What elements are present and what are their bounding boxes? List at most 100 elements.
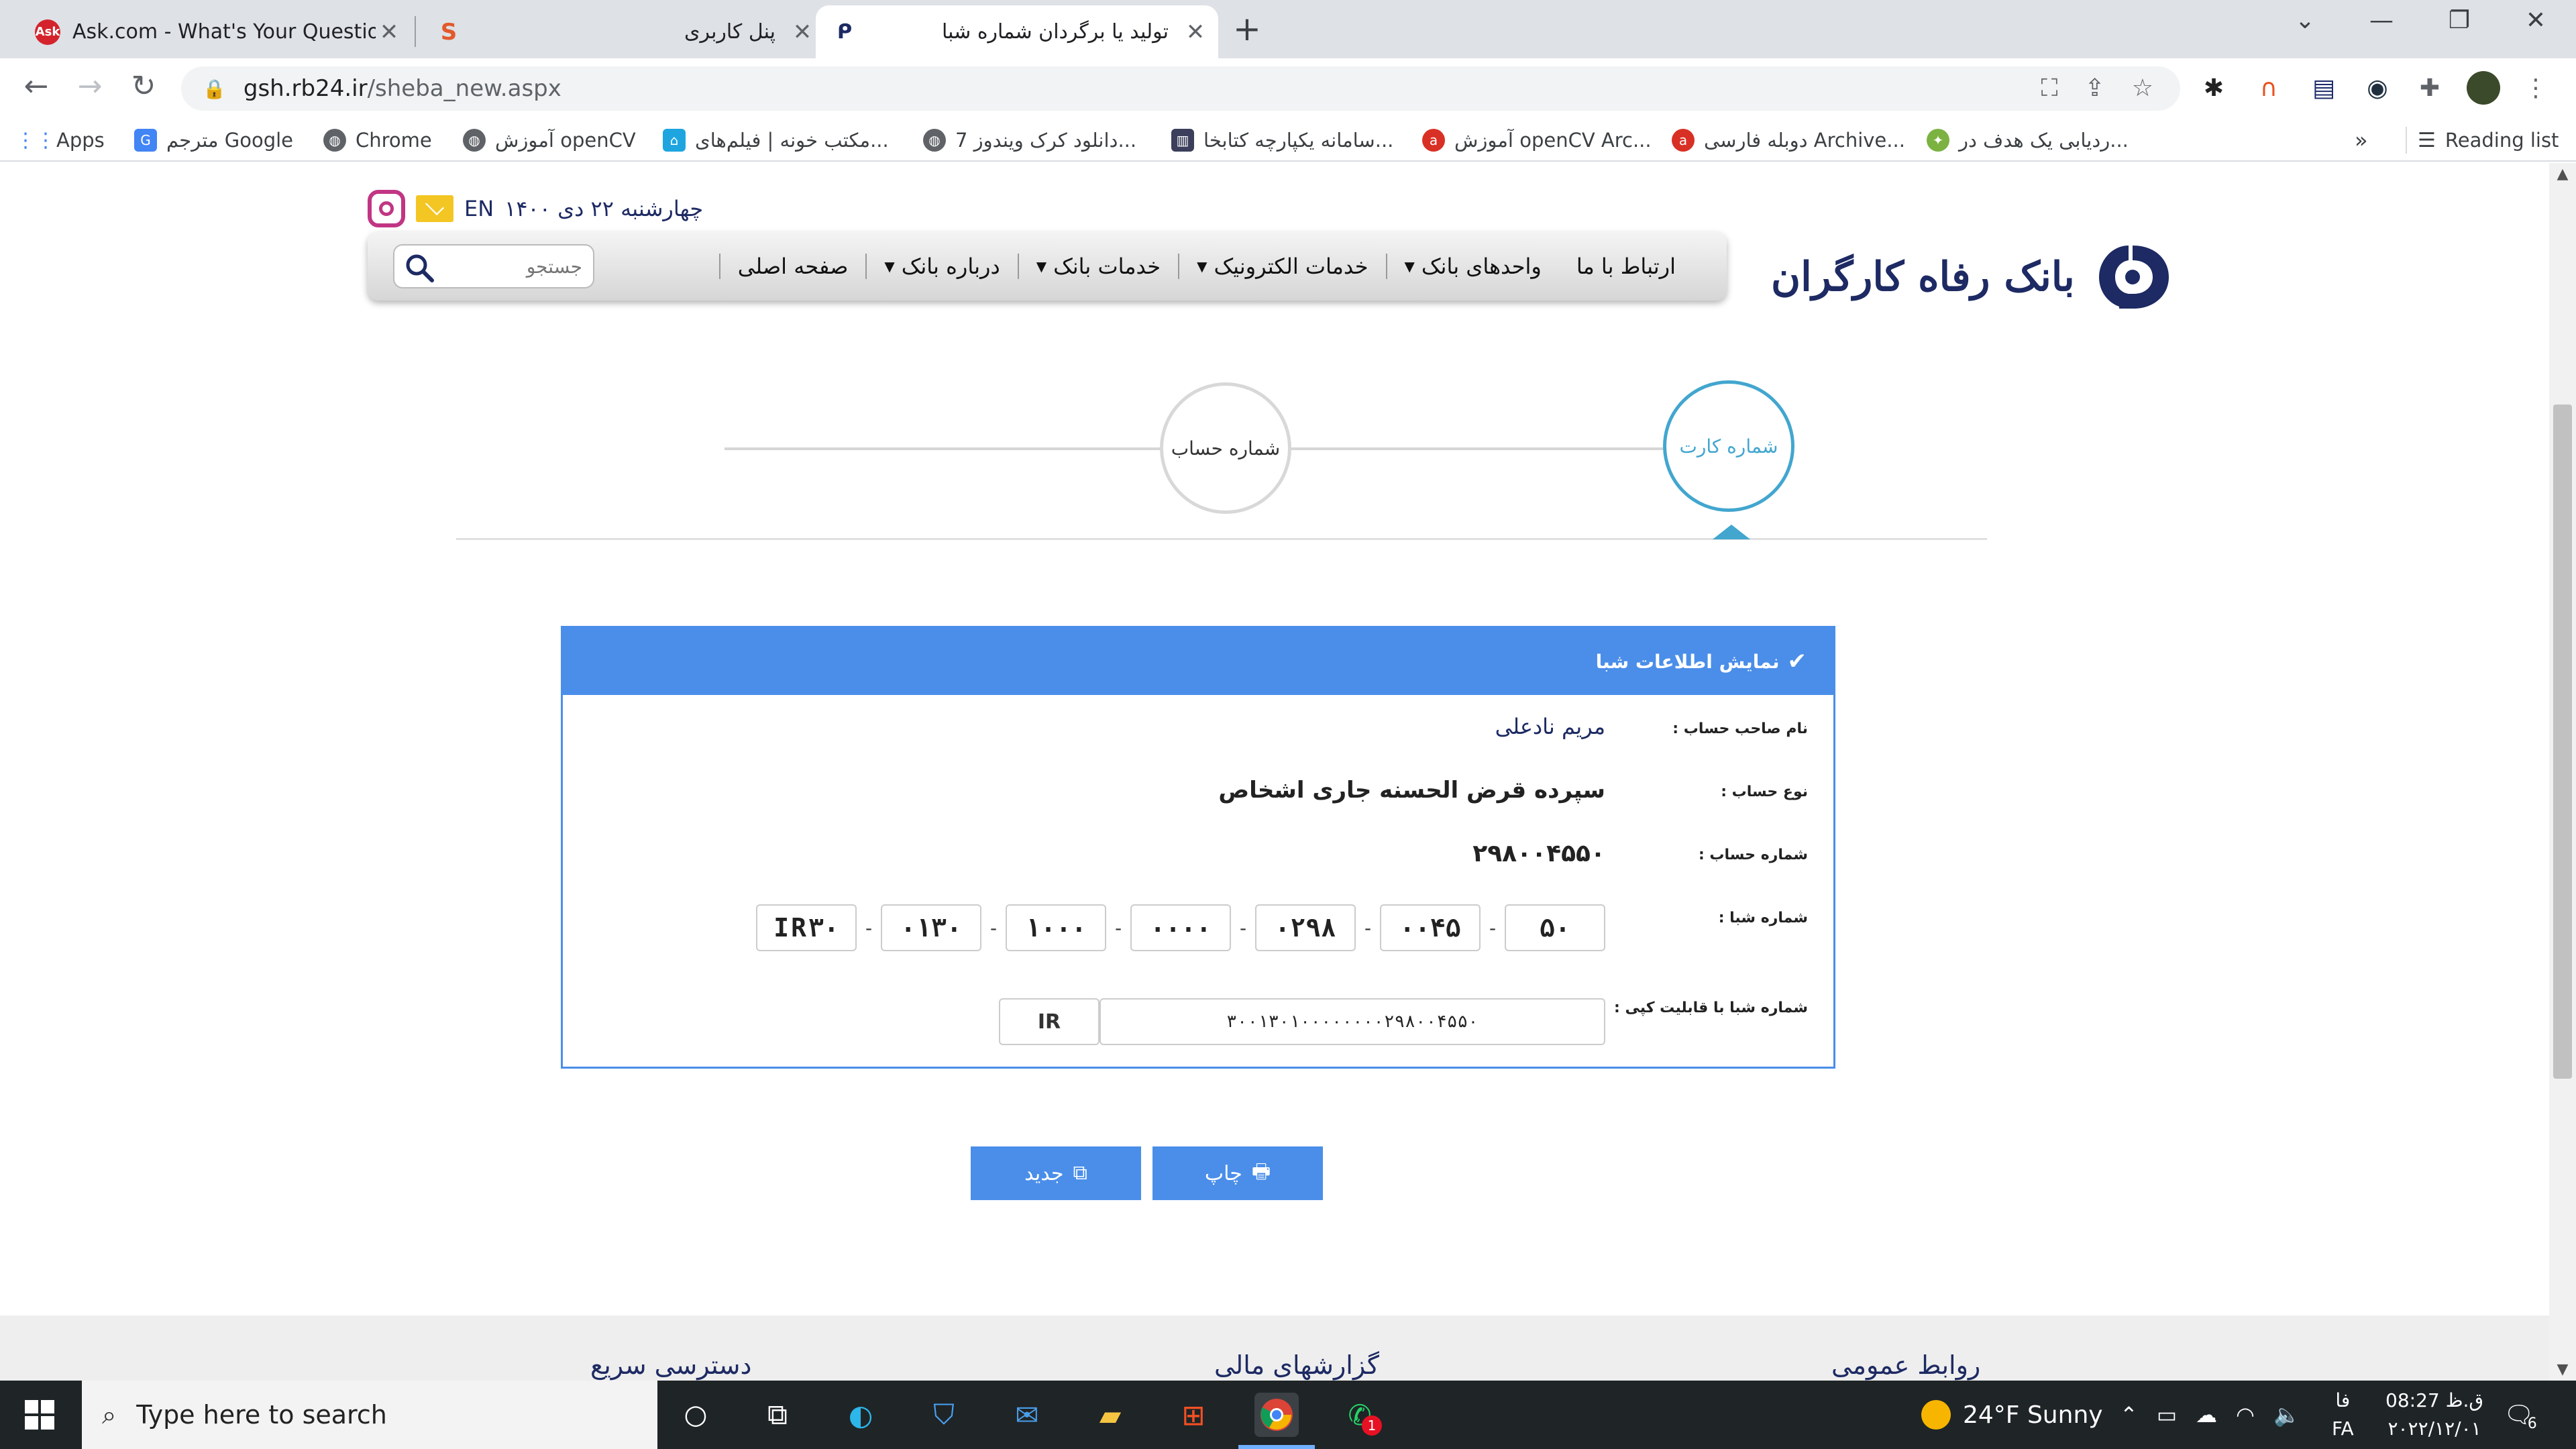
bookmark-opencv[interactable]: ◍ آموزش openCV — [463, 127, 636, 154]
menu-home[interactable]: صفحه اصلی — [718, 254, 866, 279]
close-icon[interactable]: ✕ — [1182, 19, 1209, 46]
bookmark-maktabkhooneh[interactable]: ⌂ مکتب خونه | فیلم‌های... — [663, 127, 889, 154]
weather-widget[interactable]: 24°F Sunny — [1921, 1381, 2103, 1449]
owner-value: مریم نادعلی — [1495, 714, 1605, 739]
menu-contact[interactable]: ارتباط با ما — [1559, 254, 1693, 279]
menu-branches[interactable]: واحدهای بانک ▼ — [1385, 254, 1559, 279]
step-account-number[interactable]: شماره حساب — [1160, 382, 1291, 514]
volume-icon[interactable]: 🔈 — [2273, 1402, 2300, 1428]
page-scrollbar[interactable]: ▲ ▼ — [2549, 163, 2576, 1381]
bookmark-apps[interactable]: ⋮⋮ Apps — [15, 127, 105, 154]
new-tab-button[interactable]: + — [1233, 9, 1261, 48]
menu-label: واحدهای بانک — [1421, 254, 1542, 279]
chevron-down-icon[interactable]: ⌄ — [2278, 7, 2332, 34]
close-icon[interactable]: ✕ — [376, 19, 402, 46]
forward-arrow-icon[interactable]: → — [70, 69, 110, 103]
site-search — [393, 244, 594, 288]
translate-icon[interactable]: ⛶ — [2041, 74, 2057, 103]
copy-iban-field[interactable]: ۳۰۰۱۳۰۱۰۰۰۰۰۰۰۰۲۹۸۰۰۴۵۵۰ — [1099, 998, 1605, 1045]
bookmark-label: مترجم Google — [166, 129, 293, 152]
search-input[interactable] — [448, 255, 582, 278]
main-menu: صفحه اصلی درباره بانک ▼ خدمات بانک ▼ خدمات… — [718, 232, 1693, 301]
bookmark-label: آموزش openCV — [495, 129, 636, 152]
mail-icon[interactable] — [416, 195, 453, 222]
bookmark-opencv-archive[interactable]: a آموزش openCV Arc... — [1422, 127, 1652, 154]
bookmark-label: مکتب خونه | فیلم‌های... — [695, 129, 889, 152]
star-icon[interactable]: ☆ — [2132, 74, 2153, 103]
iban-part: IR۳۰ — [756, 904, 857, 951]
lang-bottom: FA — [2332, 1417, 2354, 1440]
bank-logo[interactable]: بانک رفاه کارگران — [1771, 240, 2187, 314]
cloud-icon[interactable]: ☁ — [2196, 1402, 2217, 1428]
bookmark-tracking[interactable]: ✦ ردیابی یک هدف در... — [1927, 127, 2129, 154]
close-window-button[interactable]: ✕ — [2509, 7, 2563, 34]
lang-switch-link[interactable]: EN — [464, 196, 494, 221]
wifi-icon[interactable]: ◠ — [2236, 1402, 2255, 1428]
menu-e-services[interactable]: خدمات الکترونیک ▼ — [1178, 254, 1385, 279]
iban-part: ۰۱۳۰ — [881, 904, 981, 951]
extension-circle-icon[interactable]: ◉ — [2359, 69, 2396, 107]
chevron-up-icon[interactable]: ⌃ — [2120, 1402, 2138, 1428]
reading-list[interactable]: ☰ Reading list — [2406, 127, 2559, 154]
close-icon[interactable]: ✕ — [789, 19, 816, 46]
bookmark-chrome[interactable]: ◍ Chrome — [323, 127, 432, 154]
search-icon[interactable] — [404, 252, 435, 283]
shield-icon[interactable]: ⛉ — [922, 1393, 966, 1437]
edge-icon[interactable]: ◐ — [839, 1393, 883, 1437]
main-menu-bar: صفحه اصلی درباره بانک ▼ خدمات بانک ▼ خدمات… — [368, 232, 1727, 301]
iban-dash: - — [1114, 916, 1122, 939]
restore-button[interactable]: ❐ — [2432, 7, 2486, 34]
avatar[interactable] — [2465, 69, 2502, 107]
menu-about[interactable]: درباره بانک ▼ — [865, 254, 1017, 279]
task-view-icon[interactable]: ⧉ — [755, 1393, 800, 1437]
new-button[interactable]: ⧉ جدید — [971, 1146, 1141, 1200]
clock[interactable]: 08:27 ق.ظ ۲۰۲۲/۱۲/۰۱ — [2385, 1381, 2483, 1449]
menu-kebab-icon[interactable]: ⋮ — [2517, 69, 2555, 107]
scroll-down-icon[interactable]: ▼ — [2549, 1361, 2576, 1378]
tab-sheba[interactable]: ᑭ تولید یا برگردان شماره شبا ✕ — [816, 5, 1218, 58]
mail-app-icon[interactable]: ✉ — [1005, 1393, 1049, 1437]
footer-public-relations[interactable]: روابط عمومی — [1831, 1350, 1980, 1380]
task-view-circle-icon[interactable]: ○ — [674, 1393, 718, 1437]
extension-clapper-icon[interactable]: ▤ — [2305, 69, 2343, 107]
top-info-line: EN چهارشنبه ۲۲ دی ۱۴۰۰ — [368, 190, 703, 227]
extension-orange-icon[interactable]: ∩ — [2250, 69, 2288, 107]
tab-ask[interactable]: Ask Ask.com - What's Your Question? ✕ — [20, 5, 402, 58]
tab-title: Ask.com - What's Your Question? — [72, 20, 376, 44]
tab-user-panel[interactable]: S پنل کاربری ✕ — [427, 5, 816, 58]
back-arrow-icon[interactable]: ← — [16, 69, 56, 103]
scroll-up-icon[interactable]: ▲ — [2549, 166, 2576, 182]
iban-label: شماره شبا : — [1718, 910, 1808, 926]
extensions-puzzle-icon[interactable]: ✚ — [2411, 69, 2449, 107]
footer-financial-reports[interactable]: گزارشهای مالی — [1214, 1350, 1379, 1380]
store-icon[interactable]: ⊞ — [1171, 1393, 1216, 1437]
taskbar-search[interactable]: ⌕ Type here to search — [82, 1381, 657, 1449]
share-icon[interactable]: ⇪ — [2085, 74, 2105, 103]
language-indicator[interactable]: فا FA — [2332, 1381, 2354, 1449]
minimize-button[interactable]: — — [2355, 7, 2408, 34]
print-button[interactable]: 🖶 چاپ — [1152, 1146, 1323, 1200]
system-tray: ⌃ ▭ ☁ ◠ 🔈 — [2120, 1381, 2300, 1449]
scrollbar-thumb[interactable] — [2553, 405, 2572, 1079]
step-card-number[interactable]: شماره کارت — [1663, 380, 1794, 512]
whatsapp-icon[interactable]: ✆ 1 — [1338, 1393, 1382, 1437]
address-bar[interactable]: 🔒 gsh.rb24.ir/sheba_new.aspx ⛶ ⇪ ☆ — [181, 66, 2180, 111]
windows-taskbar: ⌕ Type here to search ○ ⧉ ◐ ⛉ ✉ ▰ ⊞ ✆ 1 … — [0, 1381, 2576, 1449]
bookmarks-overflow[interactable]: » — [2355, 127, 2368, 154]
menu-services[interactable]: خدمات بانک ▼ — [1017, 254, 1178, 279]
bookmark-library[interactable]: ▥ سامانه یکپارچه کتابخا... — [1171, 127, 1393, 154]
footer-quick-access[interactable]: دسترسی سریع — [590, 1350, 751, 1380]
bookmark-windows-crack[interactable]: ◍ دانلود کرک ویندوز 7... — [923, 127, 1136, 154]
chrome-icon[interactable] — [1254, 1393, 1299, 1437]
instagram-icon[interactable] — [368, 190, 405, 227]
account-number-label: شماره حساب : — [1698, 847, 1808, 863]
battery-icon[interactable]: ▭ — [2157, 1402, 2177, 1428]
reload-icon[interactable]: ↻ — [123, 69, 164, 103]
file-explorer-icon[interactable]: ▰ — [1088, 1393, 1132, 1437]
notifications-icon[interactable]: 🗨 6 — [2504, 1381, 2537, 1449]
windows-start-icon[interactable] — [17, 1393, 62, 1437]
bookmark-dubbing[interactable]: a دوبله فارسی Archive... — [1672, 127, 1905, 154]
bookmark-google-translate[interactable]: G مترجم Google — [134, 127, 293, 154]
extension-bug-icon[interactable]: ✱ — [2195, 69, 2233, 107]
caret-down-icon: ▼ — [1036, 258, 1047, 274]
